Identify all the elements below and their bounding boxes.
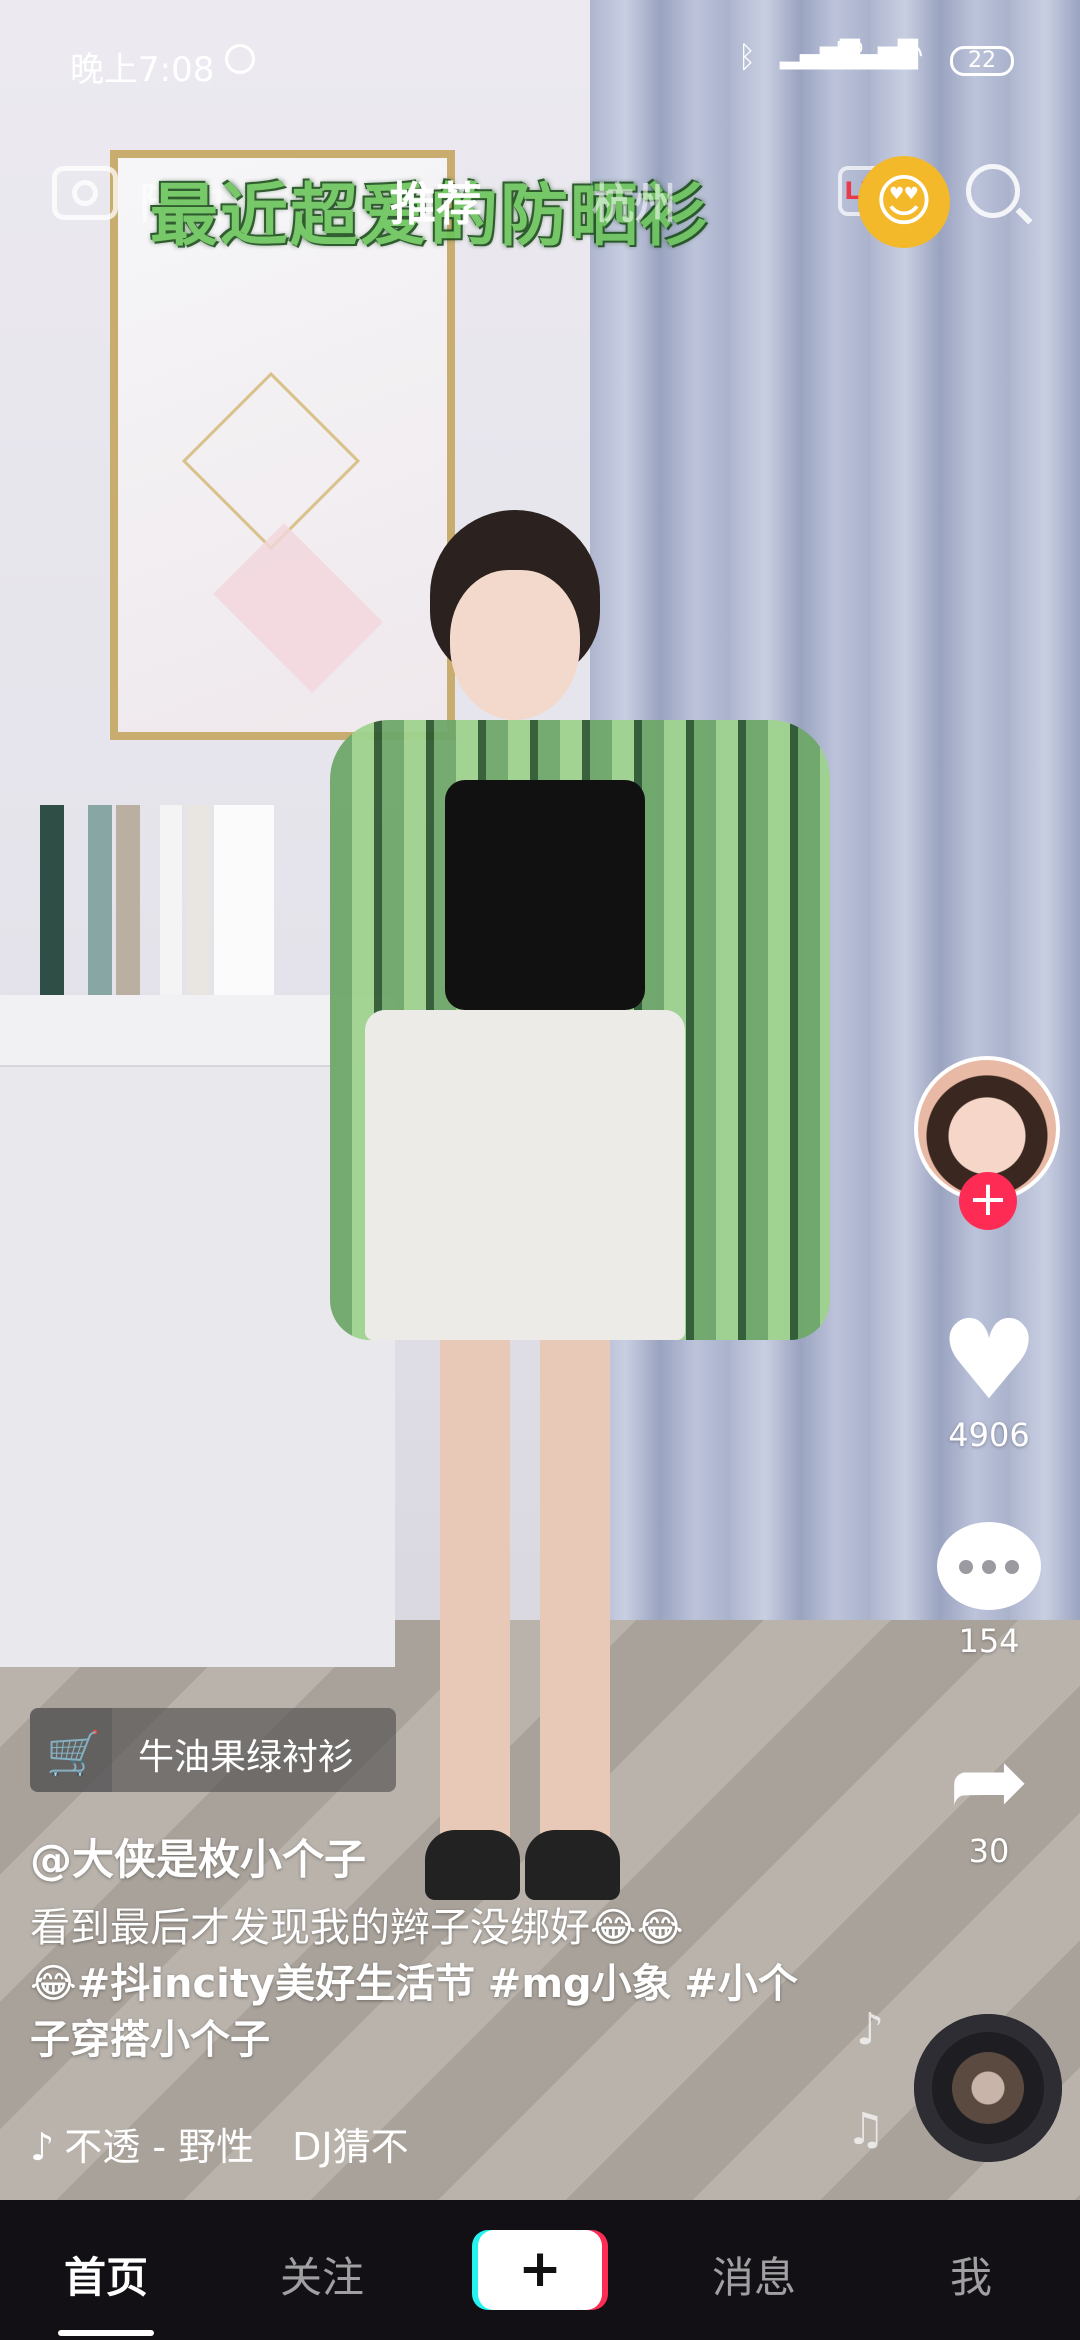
alarm-icon [225, 44, 255, 74]
music-disc[interactable] [914, 2014, 1062, 2162]
share-button[interactable]: ➦ 30 [916, 1733, 1062, 1870]
battery-indicator: 22 [950, 46, 1014, 76]
creator-username[interactable]: @大侠是枚小个子 [30, 1826, 366, 1887]
book [160, 805, 182, 995]
shopping-cart-icon: 🛒 [46, 1729, 101, 1780]
comment-count: 154 [958, 1622, 1020, 1660]
heart-icon[interactable]: ♥ [934, 1305, 1044, 1415]
music-note-icon-2: ♫ [846, 2104, 886, 2155]
hashtag[interactable]: #抖incity美好生活节 [77, 1961, 475, 2007]
status-bar: 晚上7:08 ᛒ ▂▄▆█ HD ▂▄▆█ ◠ 22 [0, 0, 1080, 120]
tiktok-logo-icon: ♪ [30, 2125, 55, 2169]
tab-local[interactable]: 杭州 [592, 170, 676, 231]
bottom-tab-bar: 首页 关注 + 消息 我 [0, 2200, 1080, 2340]
video-caption: 看到最后才发现我的辫子没绑好😂😂 😂#抖incity美好生活节 #mg小象 #小… [30, 1900, 810, 2068]
book [116, 805, 140, 995]
like-button[interactable]: ♥ 4906 [916, 1305, 1062, 1454]
music-ticker[interactable]: ♪ 不透 - 野性 DJ猜不 [30, 2116, 430, 2171]
product-label: 牛油果绿衬衫 [138, 1737, 355, 1778]
music-note-icon: ♪ [856, 2004, 885, 2055]
heart-eyes-emoji-icon: 😍 [858, 156, 950, 248]
product-tag[interactable]: 🛒 牛油果绿衬衫 [30, 1708, 396, 1792]
wifi-icon: ◠ [894, 34, 924, 74]
comment-button[interactable]: 154 [916, 1522, 1062, 1660]
book [186, 805, 210, 995]
like-count: 4906 [948, 1416, 1030, 1454]
book [88, 805, 112, 995]
tab-following[interactable]: 关注 [280, 2244, 364, 2305]
tab-me[interactable]: 我 [950, 2244, 992, 2305]
book [40, 805, 64, 995]
bluetooth-icon: ᛒ [738, 40, 756, 75]
active-tab-indicator [58, 2330, 154, 2336]
caption-text: 看到最后才发现我的辫子没绑好😂😂 [30, 1905, 684, 1951]
book [214, 805, 274, 995]
share-count: 30 [968, 1832, 1010, 1870]
camera-icon[interactable] [52, 166, 118, 220]
status-time: 晚上7:08 [70, 50, 215, 90]
create-button[interactable]: + [478, 2230, 602, 2310]
hashtag[interactable]: #mg小象 [488, 1961, 672, 2007]
follow-plus-icon[interactable]: + [959, 1172, 1017, 1230]
top-nav: 随拍 最近超爱的防晒衫 推荐 杭州 LIVE 😍 [0, 140, 1080, 260]
tab-home[interactable]: 首页 [64, 2244, 148, 2305]
search-icon[interactable] [966, 164, 1020, 218]
tab-recommended[interactable]: 推荐 [390, 168, 482, 234]
music-title: 不透 - 野性 DJ猜不 [64, 2125, 409, 2169]
tab-messages[interactable]: 消息 [712, 2244, 796, 2305]
comment-icon[interactable] [937, 1522, 1041, 1610]
share-icon[interactable]: ➦ [937, 1733, 1041, 1829]
caption-emoji: 😂 [30, 1961, 77, 2007]
